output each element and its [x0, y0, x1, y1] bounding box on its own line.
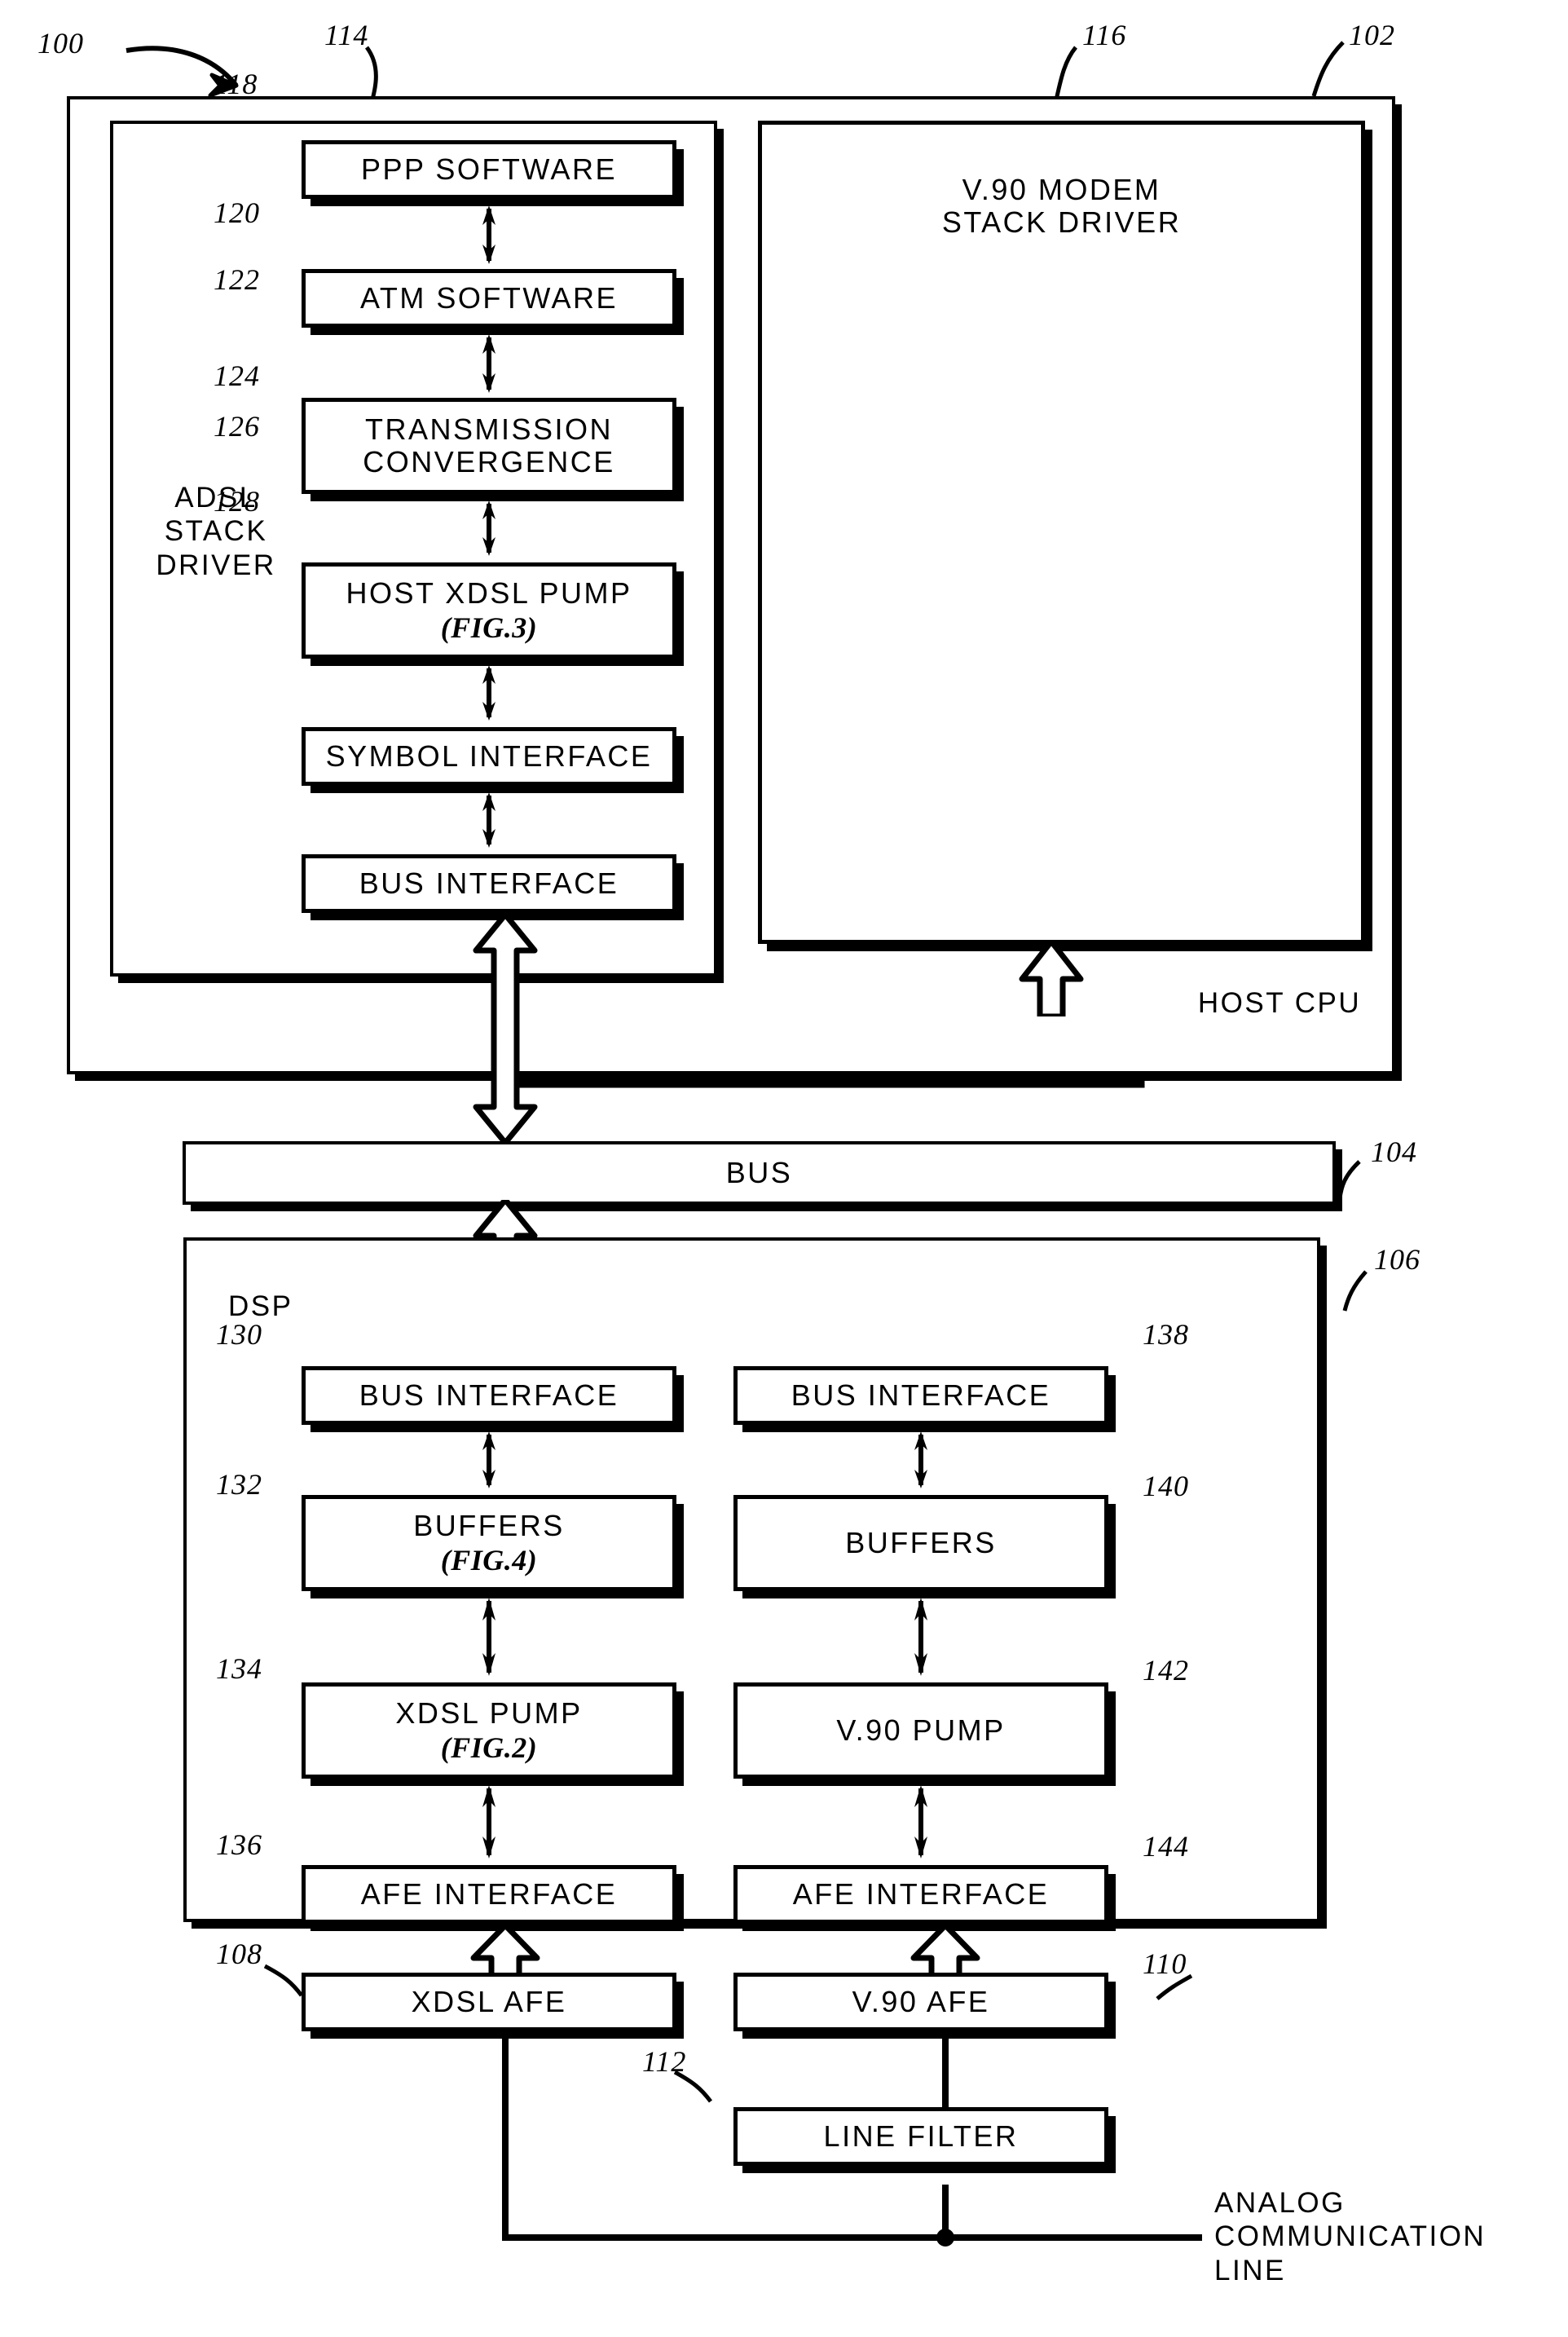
ref-132: 132	[216, 1468, 262, 1501]
block-title: SYMBOL INTERFACE	[325, 739, 653, 773]
connector-v90pump-to-afeif-right	[909, 1785, 933, 1859]
connector-dspbusif-right-to-buffers	[909, 1431, 933, 1488]
ref-136: 136	[216, 1828, 262, 1861]
analog-communication-line-label: ANALOG COMMUNICATION LINE	[1214, 2187, 1487, 2286]
ref-130: 130	[216, 1318, 262, 1351]
block-dsp-buffers-right: BUFFERS	[733, 1495, 1108, 1591]
block-transmission-convergence: TRANSMISSION CONVERGENCE	[302, 398, 676, 494]
connector-hostpump-to-symbol	[477, 665, 501, 721]
block-title-line2: CONVERGENCE	[363, 445, 615, 478]
connector-atm-to-tc	[477, 334, 501, 393]
block-figure-reference: (FIG.2)	[440, 1731, 538, 1764]
patent-figure: 100 102 HOST CPU 114 ADSL STACK DRIVER P…	[0, 0, 1568, 2337]
block-v90-afe: V.90 AFE	[733, 1973, 1108, 2031]
bus-label: BUS	[725, 1156, 793, 1189]
ref-100: 100	[37, 27, 84, 60]
block-title: XDSL PUMP	[395, 1695, 583, 1730]
block-title: V.90 PUMP	[836, 1713, 1006, 1747]
block-title: XDSL AFE	[411, 1984, 567, 2018]
connector-buffers-to-xdslpump	[477, 1598, 501, 1676]
block-title: BUFFERS	[845, 1525, 997, 1559]
block-dsp-buffers-left: BUFFERS (FIG.4)	[302, 1495, 676, 1591]
block-title: BUS INTERFACE	[791, 1378, 1051, 1412]
block-host-xdsl-pump: HOST XDSL PUMP (FIG.3)	[302, 562, 676, 659]
block-dsp-bus-interface-left: BUS INTERFACE	[302, 1366, 676, 1425]
ref-122: 122	[214, 263, 260, 296]
ref-124: 124	[214, 359, 260, 392]
block-title: AFE INTERFACE	[360, 1876, 618, 1911]
arrow-host-busif-to-bus	[473, 915, 538, 1143]
block-title: BUS INTERFACE	[359, 866, 619, 900]
ref-144: 144	[1143, 1830, 1189, 1863]
ref-112: 112	[642, 2045, 687, 2078]
ref-102: 102	[1349, 19, 1395, 51]
block-figure-reference: (FIG.3)	[440, 611, 538, 644]
ref-110: 110	[1143, 1947, 1187, 1980]
block-title: V.90 AFE	[852, 1984, 990, 2018]
block-ppp-software: PPP SOFTWARE	[302, 140, 676, 199]
block-title: AFE INTERFACE	[792, 1876, 1050, 1911]
block-title: TRANSMISSION	[364, 412, 614, 446]
connector-dspbusif-to-buffers	[477, 1431, 501, 1488]
block-dsp-bus-interface-right: BUS INTERFACE	[733, 1366, 1108, 1425]
ref-118: 118	[214, 68, 258, 100]
ref-108: 108	[216, 1938, 262, 1970]
ref-104: 104	[1371, 1135, 1417, 1168]
block-host-bus-interface: BUS INTERFACE	[302, 854, 676, 913]
block-line-filter: LINE FILTER	[733, 2107, 1108, 2166]
ref-128: 128	[214, 485, 260, 518]
block-dsp-afe-interface-left: AFE INTERFACE	[302, 1865, 676, 1924]
block-dsp-xdsl-pump: XDSL PUMP (FIG.2)	[302, 1682, 676, 1779]
bus-bar: BUS	[183, 1141, 1336, 1205]
connector-buffers-right-to-v90pump	[909, 1598, 933, 1676]
block-title: V.90 MODEM	[962, 173, 1161, 206]
ref-120: 120	[214, 196, 260, 229]
ref-106: 106	[1374, 1243, 1420, 1276]
ref-142: 142	[1143, 1654, 1189, 1687]
block-title: BUFFERS	[413, 1508, 565, 1542]
ref-126: 126	[214, 410, 260, 443]
ref-114: 114	[324, 19, 369, 51]
arrow-v90-driver-up	[1019, 941, 1084, 1016]
block-v90-modem-stack-driver: V.90 MODEM STACK DRIVER	[758, 121, 1365, 944]
block-atm-software: ATM SOFTWARE	[302, 269, 676, 328]
block-title: BUS INTERFACE	[359, 1378, 619, 1412]
ref-138: 138	[1143, 1318, 1189, 1351]
connector-symbol-to-busif	[477, 792, 501, 848]
block-dsp-afe-interface-right: AFE INTERFACE	[733, 1865, 1108, 1924]
host-cpu-label: HOST CPU	[1197, 987, 1362, 1019]
block-title: ATM SOFTWARE	[360, 280, 618, 315]
block-title: PPP SOFTWARE	[360, 152, 618, 186]
block-symbol-interface: SYMBOL INTERFACE	[302, 727, 676, 786]
block-xdsl-afe: XDSL AFE	[302, 1973, 676, 2031]
block-figure-reference: (FIG.4)	[440, 1544, 538, 1576]
connector-xdslpump-to-afeif	[477, 1785, 501, 1859]
connector-tc-to-hostpump	[477, 500, 501, 556]
ref-116: 116	[1082, 19, 1127, 51]
block-title: HOST XDSL PUMP	[346, 575, 632, 610]
connector-ppp-to-atm	[477, 205, 501, 264]
block-title: LINE FILTER	[823, 2119, 1019, 2153]
ref-140: 140	[1143, 1470, 1189, 1502]
block-title-line2: STACK DRIVER	[941, 205, 1182, 240]
block-dsp-v90-pump: V.90 PUMP	[733, 1682, 1108, 1779]
ref-134: 134	[216, 1652, 262, 1685]
